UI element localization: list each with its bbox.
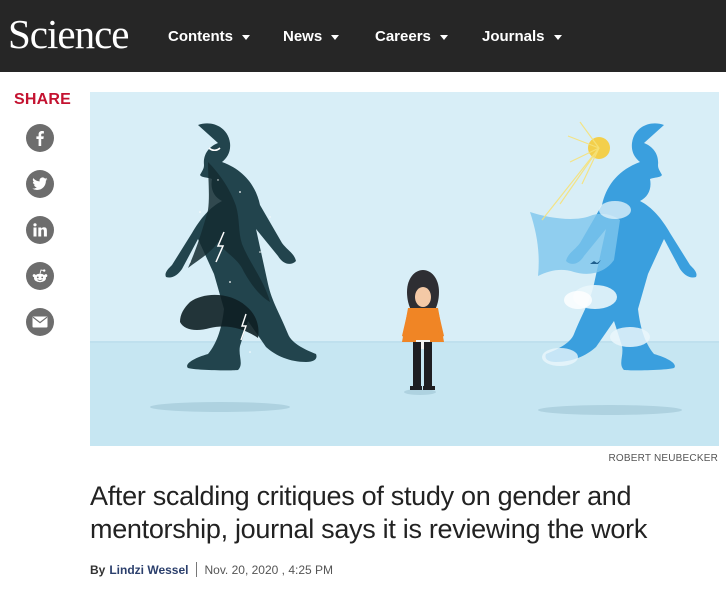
byline-prefix: By	[90, 562, 106, 577]
publish-date: Nov. 20, 2020 , 4:25 PM	[204, 562, 334, 577]
chevron-down-icon	[553, 34, 562, 40]
site-header: Science Contents News Careers Journals	[0, 0, 726, 72]
nav-contents[interactable]: Contents	[168, 0, 250, 72]
hero-illustration	[90, 92, 719, 446]
linkedin-icon	[33, 223, 47, 237]
twitter-icon	[32, 177, 48, 190]
email-icon	[32, 316, 48, 328]
nav-news[interactable]: News	[283, 0, 340, 72]
share-label: SHARE	[14, 91, 72, 108]
share-twitter-button[interactable]	[26, 170, 54, 198]
chevron-down-icon	[439, 34, 448, 40]
nav-journals[interactable]: Journals	[482, 0, 562, 72]
byline-divider	[196, 562, 198, 577]
share-linkedin-button[interactable]	[26, 216, 54, 244]
nav-careers[interactable]: Careers	[375, 0, 448, 72]
share-email-button[interactable]	[26, 308, 54, 336]
facebook-icon	[36, 131, 44, 146]
nav-careers-label: Careers	[375, 27, 431, 45]
chevron-down-icon	[242, 34, 250, 40]
reddit-icon	[32, 269, 48, 283]
author-link[interactable]: Lindzi Wessel	[109, 563, 188, 577]
nav-news-label: News	[283, 27, 323, 45]
chevron-down-icon	[331, 34, 340, 40]
nav-journals-label: Journals	[482, 27, 545, 45]
share-facebook-button[interactable]	[26, 124, 54, 152]
image-credit: ROBERT NEUBECKER	[608, 453, 718, 464]
byline: By Lindzi Wessel Nov. 20, 2020 , 4:25 PM	[90, 562, 333, 577]
nav-contents-label: Contents	[168, 27, 233, 45]
article-headline: After scalding critiques of study on gen…	[90, 481, 648, 544]
science-logo[interactable]: Science	[8, 9, 129, 59]
share-reddit-button[interactable]	[26, 262, 54, 290]
